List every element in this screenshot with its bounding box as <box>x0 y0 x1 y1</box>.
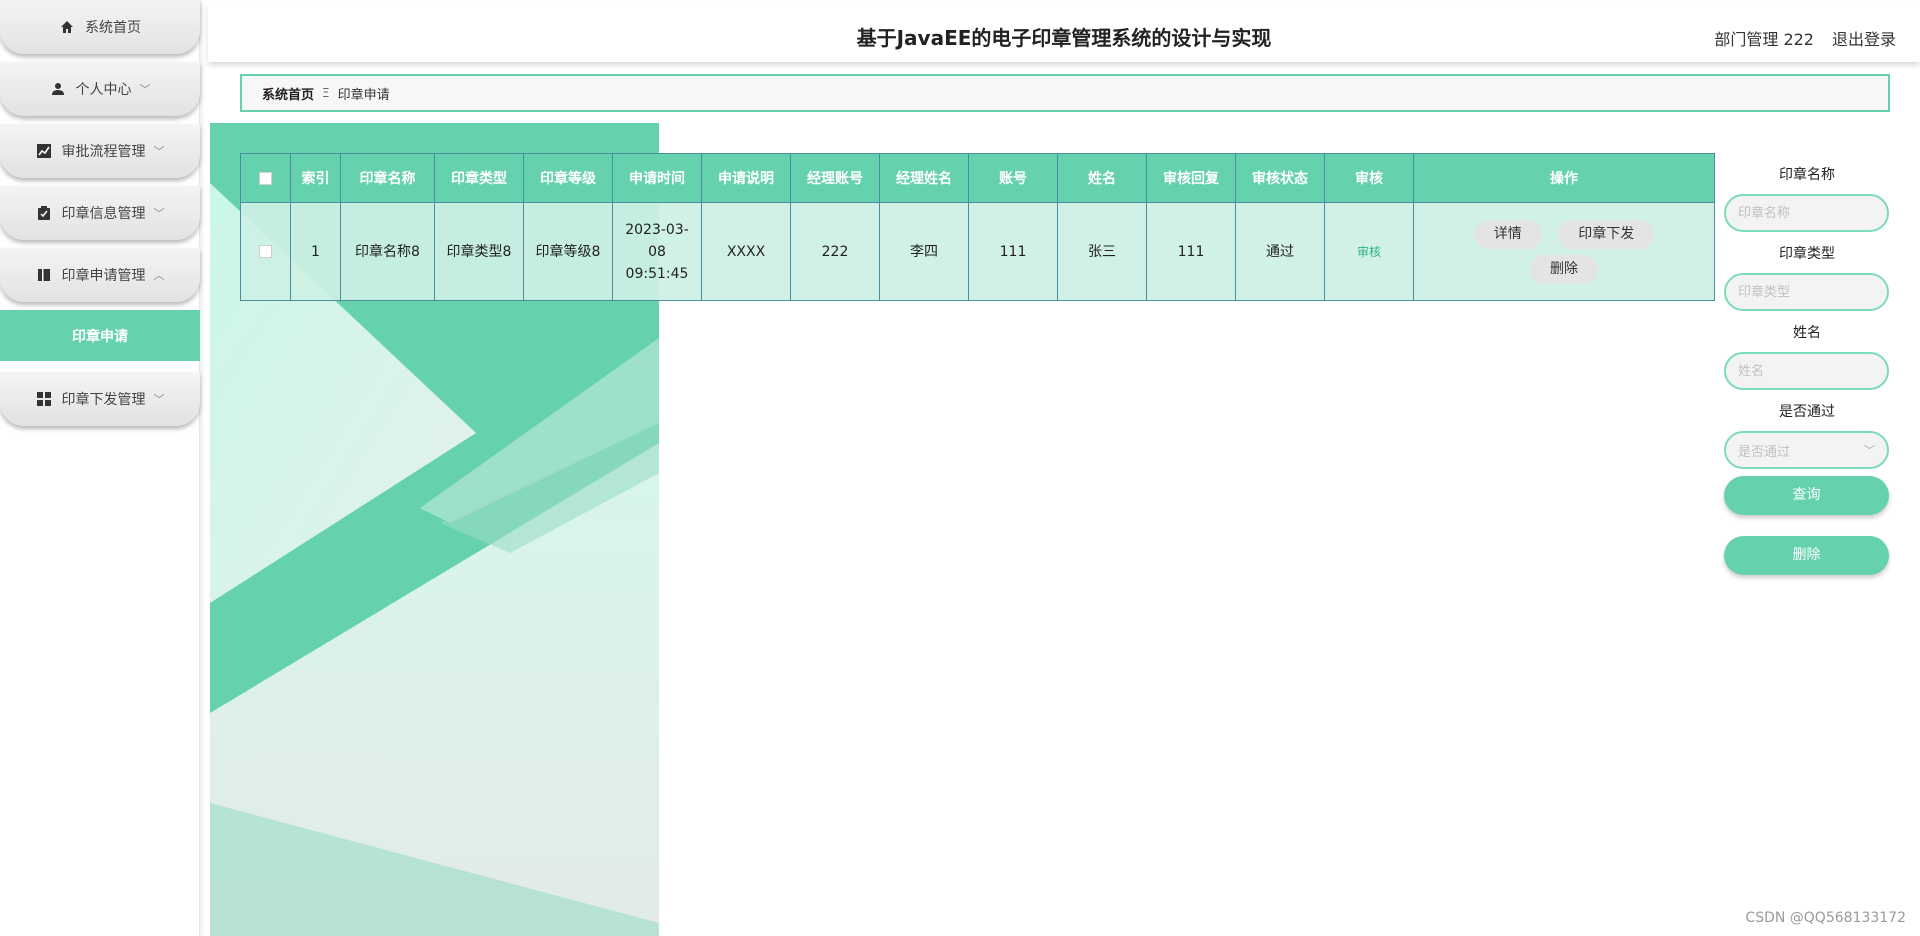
sidebar: 系统首页 个人中心 ﹀ 审批流程管理 ﹀ 印章信息管理 ﹀ 印章申请管理 ︿ 印… <box>0 0 200 936</box>
seal-name-input[interactable] <box>1724 194 1889 232</box>
breadcrumb-current: 印章申请 <box>337 87 390 103</box>
seal-type-input[interactable] <box>1724 273 1889 311</box>
column-header: 经理姓名 <box>879 153 969 203</box>
passed-select-placeholder: 是否通过 <box>1738 444 1791 460</box>
column-header: 索引 <box>290 153 341 203</box>
column-header: 印章等级 <box>523 153 613 203</box>
home-icon <box>59 19 75 35</box>
sidebar-item-profile[interactable]: 个人中心 ﹀ <box>0 62 200 116</box>
seal-type-label: 印章类型 <box>1779 246 1835 262</box>
seal-application-table: 索引 印章名称 印章类型 印章等级 申请时间 申请说明 经理账号 经理姓名 账号… <box>240 153 1715 301</box>
cell-seal-name: 印章名称8 <box>340 202 435 301</box>
current-user-label: 部门管理 222 <box>1714 30 1814 49</box>
grid-icon <box>36 391 52 407</box>
name-label: 姓名 <box>1793 325 1821 341</box>
chevron-down-icon: ﹀ <box>153 207 165 220</box>
column-header: 操作 <box>1413 153 1715 203</box>
column-header: 印章名称 <box>340 153 435 203</box>
cell-name: 张三 <box>1057 202 1147 301</box>
chevron-down-icon: ﹀ <box>1864 444 1875 457</box>
column-header: 申请说明 <box>701 153 791 203</box>
issue-seal-button[interactable]: 印章下发 <box>1558 219 1655 249</box>
delete-row-button[interactable]: 删除 <box>1530 254 1598 284</box>
cell-actions: 详情 印章下发 删除 <box>1413 202 1715 301</box>
sidebar-subitem-seal-apply[interactable]: 印章申请 <box>0 310 200 361</box>
sidebar-item-seal-apply[interactable]: 印章申请管理 ︿ <box>0 248 200 302</box>
cell-account: 111 <box>968 202 1058 301</box>
audit-link[interactable]: 审核 <box>1357 245 1381 259</box>
sidebar-item-label: 审批流程管理 <box>61 144 146 160</box>
table-row: 1 印章名称8 印章类型8 印章等级8 2023-03-08 09:51:45 … <box>240 202 1715 301</box>
query-button[interactable]: 查询 <box>1724 476 1889 515</box>
row-checkbox[interactable] <box>259 245 272 258</box>
select-all-cell[interactable] <box>240 153 291 203</box>
breadcrumb-separator: Ξ <box>322 86 330 100</box>
user-icon <box>50 81 66 97</box>
cell-apply-desc: XXXX <box>701 202 791 301</box>
column-header: 审核 <box>1324 153 1414 203</box>
cell-apply-time: 2023-03-08 09:51:45 <box>612 202 702 301</box>
seal-name-label: 印章名称 <box>1779 167 1835 183</box>
column-header: 印章类型 <box>434 153 524 203</box>
breadcrumb-home[interactable]: 系统首页 <box>262 84 314 103</box>
sidebar-item-label: 印章申请管理 <box>61 268 146 284</box>
chevron-down-icon: ﹀ <box>153 145 165 158</box>
column-header: 姓名 <box>1057 153 1147 203</box>
detail-button[interactable]: 详情 <box>1473 219 1542 249</box>
top-header: 基于JavaEE的电子印章管理系统的设计与实现 部门管理 222 退出登录 <box>208 4 1920 62</box>
cell-audit-status: 通过 <box>1235 202 1325 301</box>
sidebar-item-seal-info[interactable]: 印章信息管理 ﹀ <box>0 186 200 240</box>
sidebar-item-label: 印章下发管理 <box>61 392 146 408</box>
cell-index: 1 <box>290 202 341 301</box>
table-header-row: 索引 印章名称 印章类型 印章等级 申请时间 申请说明 经理账号 经理姓名 账号… <box>240 153 1715 203</box>
chevron-up-icon: ︿ <box>153 269 165 282</box>
cell-manager-name: 李四 <box>879 202 969 301</box>
batch-delete-button[interactable]: 删除 <box>1724 536 1889 575</box>
sidebar-item-approval-flow[interactable]: 审批流程管理 ﹀ <box>0 124 200 178</box>
cell-seal-type: 印章类型8 <box>434 202 524 301</box>
sidebar-item-label: 印章信息管理 <box>61 206 146 222</box>
chart-icon <box>36 143 52 159</box>
name-input[interactable] <box>1724 352 1889 390</box>
cell-seal-level: 印章等级8 <box>523 202 613 301</box>
apply-time-text: 2023-03-08 09:51:45 <box>625 221 689 282</box>
sidebar-item-seal-issue[interactable]: 印章下发管理 ﹀ <box>0 372 200 426</box>
row-select-cell[interactable] <box>240 202 291 301</box>
breadcrumb: 系统首页 Ξ 印章申请 <box>240 74 1890 112</box>
column-header: 审核状态 <box>1235 153 1325 203</box>
chevron-down-icon: ﹀ <box>139 83 151 96</box>
page-title: 基于JavaEE的电子印章管理系统的设计与实现 <box>856 26 1272 50</box>
column-header: 经理账号 <box>790 153 880 203</box>
column-header: 申请时间 <box>612 153 702 203</box>
sidebar-item-home[interactable]: 系统首页 <box>0 0 200 54</box>
cell-audit: 审核 <box>1324 202 1414 301</box>
search-panel: 印章名称 印章类型 姓名 是否通过 是否通过 ﹀ 查询 删除 <box>1724 150 1890 575</box>
select-all-checkbox[interactable] <box>259 171 272 185</box>
logout-link[interactable]: 退出登录 <box>1832 26 1896 50</box>
cell-manager-account: 222 <box>790 202 880 301</box>
sidebar-item-label: 个人中心 <box>75 82 132 98</box>
column-header: 审核回复 <box>1146 153 1236 203</box>
book-icon <box>36 267 52 283</box>
clipboard-icon <box>36 205 52 221</box>
watermark: CSDN @QQ568133172 <box>1745 910 1906 926</box>
chevron-down-icon: ﹀ <box>153 393 165 406</box>
sidebar-item-label: 系统首页 <box>85 20 141 36</box>
passed-select[interactable]: 是否通过 ﹀ <box>1724 431 1889 469</box>
cell-audit-reply: 111 <box>1146 202 1236 301</box>
sidebar-subitem-label: 印章申请 <box>72 328 128 345</box>
passed-label: 是否通过 <box>1779 404 1835 420</box>
column-header: 账号 <box>968 153 1058 203</box>
